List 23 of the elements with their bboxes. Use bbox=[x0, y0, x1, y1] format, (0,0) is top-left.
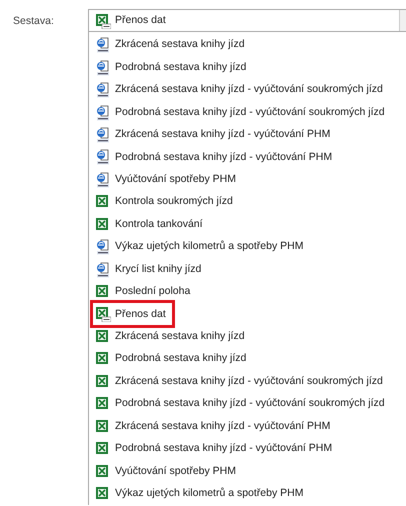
dropdown-option[interactable]: Podrobná sestava knihy jízd - vyúčtování soukromých jízd bbox=[93, 102, 387, 124]
dropdown-option[interactable]: Výkaz ujetých kilometrů a spotřeby PHM bbox=[93, 236, 306, 258]
dropdown-option[interactable]: Podrobná sestava knihy jízd - vyúčtování PHM bbox=[93, 438, 334, 460]
dropdown-option[interactable]: Poslední poloha bbox=[93, 281, 192, 304]
dropdown-option[interactable]: Vyúčtování spotřeby PHM bbox=[93, 460, 238, 483]
dropdown-option[interactable]: Podrobná sestava knihy jízd bbox=[93, 348, 248, 370]
dropdown-option[interactable]: Zkrácená sestava knihy jízd - vyúčtování soukromých jízd bbox=[93, 370, 385, 393]
dropdown-option[interactable]: Přenos dat bbox=[93, 303, 172, 326]
dropdown-option[interactable]: Podrobná sestava knihy jízd bbox=[93, 56, 248, 79]
dropdown-option[interactable]: Zkrácená sestava knihy jízd - vyúčtování soukromých jízd bbox=[93, 79, 385, 102]
dropdown-option[interactable]: Zkrácená sestava knihy jízd - vyúčtování PHM bbox=[93, 416, 332, 438]
report-dropdown[interactable]: Přenos dat bbox=[88, 9, 406, 32]
dropdown-option[interactable]: Krycí list knihy jízd bbox=[93, 258, 204, 281]
dropdown-option[interactable]: Kontrola soukromých jízd bbox=[93, 191, 235, 214]
dropdown-option[interactable]: Podrobná sestava knihy jízd - vyúčtování PHM bbox=[93, 146, 334, 168]
dropdown-option[interactable]: Výkaz ujetých kilometrů a spotřeby PHM bbox=[93, 482, 306, 505]
dropdown-option[interactable]: Zkrácená sestava knihy jízd bbox=[93, 34, 247, 56]
dropdown-option[interactable]: Vyúčtování spotřeby PHM bbox=[93, 168, 238, 191]
dropdown-option[interactable]: Zkrácená sestava knihy jízd bbox=[93, 326, 247, 348]
field-label: Sestava: bbox=[12, 14, 55, 29]
dropdown-option[interactable]: Zkrácená sestava knihy jízd - vyúčtování PHM bbox=[93, 124, 332, 146]
dropdown-option[interactable]: Podrobná sestava knihy jízd - vyúčtování soukromých jízd bbox=[93, 393, 387, 416]
dropdown-option[interactable]: Kontrola tankování bbox=[93, 214, 205, 236]
